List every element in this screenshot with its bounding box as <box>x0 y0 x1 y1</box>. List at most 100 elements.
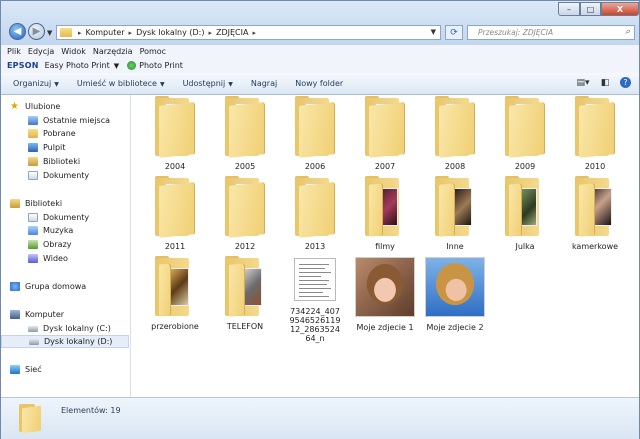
address-bar-area: – □ X ◀ ▶ ▼ ▸ Komputer ▸ Dysk lokalny (D… <box>1 1 639 45</box>
folder-item[interactable]: Inne <box>423 175 487 263</box>
chevron-right-icon[interactable]: ▸ <box>129 29 133 37</box>
forward-button[interactable]: ▶ <box>28 23 45 40</box>
folder-icon <box>153 176 197 238</box>
include-in-library-button[interactable]: Umieść w bibliotece ▼ <box>77 79 165 88</box>
breadcrumb-computer[interactable]: Komputer <box>86 28 125 37</box>
folder-icon <box>293 176 337 238</box>
search-icon[interactable]: ⌕ <box>615 27 630 37</box>
folder-icon <box>223 96 267 158</box>
star-icon: ★ <box>10 101 19 112</box>
computer-icon <box>10 310 20 319</box>
desktop-icon <box>28 143 38 152</box>
folder-item[interactable]: 2009 <box>493 95 557 183</box>
view-options-icon[interactable]: ▤▾ <box>576 77 590 89</box>
menu-tools[interactable]: Narzędzia <box>93 47 133 56</box>
nav-computer[interactable]: Komputer <box>10 308 64 321</box>
arrow-right-icon: ▶ <box>32 26 41 37</box>
folder-icon <box>293 96 337 158</box>
file-list: 2004 2005 2006 2007 2008 2009 2010 2011 … <box>131 95 639 397</box>
folder-item[interactable]: 2006 <box>283 95 347 183</box>
item-count: Elementów: 19 <box>61 406 121 415</box>
folder-icon <box>60 28 72 37</box>
chevron-down-icon: ▼ <box>228 81 233 88</box>
folder-photos-icon <box>503 176 547 237</box>
folder-photos-icon <box>223 256 267 317</box>
folder-item[interactable]: 2005 <box>213 95 277 183</box>
breadcrumb-zdjecia[interactable]: ZDJĘCIA <box>216 28 248 37</box>
chevron-down-icon: ▼ <box>54 81 59 88</box>
navigation-pane: ★ Ulubione Ostatnie miejsca Pobrane Pulpi… <box>1 95 131 397</box>
document-thumbnail-icon <box>294 258 336 301</box>
epson-toolbar: EPSON Easy Photo Print ▼ Photo Print <box>1 58 639 74</box>
nav-recent-places[interactable]: Ostatnie miejsca <box>28 114 110 127</box>
maximize-button[interactable]: □ <box>580 2 601 16</box>
nav-downloads[interactable]: Pobrane <box>28 127 76 140</box>
folder-item[interactable]: Julka <box>493 175 557 263</box>
folder-item[interactable]: 2008 <box>423 95 487 183</box>
organize-button[interactable]: Organizuj ▼ <box>13 79 59 88</box>
menu-view[interactable]: Widok <box>61 47 86 56</box>
menu-edit[interactable]: Edycja <box>28 47 54 56</box>
folder-item[interactable]: 2007 <box>353 95 417 183</box>
back-button[interactable]: ◀ <box>9 23 26 40</box>
nav-favorites[interactable]: ★ Ulubione <box>10 100 60 113</box>
nav-drive-c[interactable]: Dysk lokalny (C:) <box>28 322 111 335</box>
folder-item[interactable]: kamerkowe <box>563 175 627 263</box>
refresh-button[interactable]: ⟳ <box>445 25 463 40</box>
search-placeholder: Przeszukaj: ZDJĘCIA <box>478 28 554 37</box>
recent-pages-dropdown[interactable]: ▼ <box>47 29 52 37</box>
close-button[interactable]: X <box>601 2 639 16</box>
folder-item[interactable]: 2004 <box>143 95 207 183</box>
libraries-icon <box>10 199 20 208</box>
nav-libraries-fav[interactable]: Biblioteki <box>28 155 80 168</box>
chevron-right-icon[interactable]: ▸ <box>208 29 212 37</box>
menu-file[interactable]: Plik <box>7 47 21 56</box>
file-item[interactable]: Moje zdjecie 1 <box>353 255 417 343</box>
folder-item[interactable]: przerobione <box>143 255 207 343</box>
chevron-down-icon[interactable]: ▼ <box>114 62 119 70</box>
pictures-icon <box>28 240 38 249</box>
epson-logo: EPSON <box>7 61 39 70</box>
folder-item[interactable]: 2010 <box>563 95 627 183</box>
nav-pictures[interactable]: Obrazy <box>28 238 72 251</box>
address-input[interactable]: ▸ Komputer ▸ Dysk lokalny (D:) ▸ ZDJĘCIA… <box>56 25 441 40</box>
folder-icon <box>19 404 41 434</box>
file-item[interactable]: 734224_407954652611912_286352464_n <box>283 255 347 343</box>
folder-icon <box>433 96 477 158</box>
nav-videos[interactable]: Wideo <box>28 252 68 265</box>
nav-documents-fav[interactable]: Dokumenty <box>28 169 89 182</box>
nav-homegroup[interactable]: Grupa domowa <box>10 280 86 293</box>
minimize-button[interactable]: – <box>558 2 580 16</box>
folder-item[interactable]: filmy <box>353 175 417 263</box>
file-item[interactable]: Moje zdjecie 2 <box>423 255 487 343</box>
folder-item[interactable]: 2012 <box>213 175 277 263</box>
new-folder-button[interactable]: Nowy folder <box>295 79 343 88</box>
folder-item[interactable]: TELEFON <box>213 255 277 343</box>
preview-pane-icon[interactable]: ◧ <box>598 77 612 89</box>
address-dropdown[interactable]: ▼ <box>431 28 436 36</box>
menu-help[interactable]: Pomoc <box>140 47 167 56</box>
photo-print-button[interactable]: Photo Print <box>139 61 183 70</box>
folder-icon <box>153 96 197 158</box>
share-button[interactable]: Udostępnij ▼ <box>183 79 233 88</box>
folder-icon <box>363 96 407 158</box>
burn-button[interactable]: Nagraj <box>251 79 277 88</box>
photo-print-icon <box>127 61 137 70</box>
search-input[interactable]: Przeszukaj: ZDJĘCIA ⌕ <box>467 25 635 40</box>
easy-photo-print-button[interactable]: Easy Photo Print <box>45 61 110 70</box>
folder-item[interactable]: 2013 <box>283 175 347 263</box>
nav-drive-d[interactable]: Dysk lokalny (D:) <box>1 335 129 348</box>
nav-network[interactable]: Sieć <box>10 363 42 376</box>
folder-item[interactable]: 2011 <box>143 175 207 263</box>
nav-music[interactable]: Muzyka <box>28 224 73 237</box>
chevron-right-icon[interactable]: ▸ <box>252 29 256 37</box>
documents-icon <box>28 213 38 222</box>
nav-desktop[interactable]: Pulpit <box>28 141 65 154</box>
arrow-left-icon: ◀ <box>13 26 22 37</box>
breadcrumb-drive-d[interactable]: Dysk lokalny (D:) <box>136 28 204 37</box>
music-icon <box>28 226 38 235</box>
folder-icon <box>223 176 267 238</box>
nav-documents[interactable]: Dokumenty <box>28 211 89 224</box>
nav-libraries[interactable]: Biblioteki <box>10 197 62 210</box>
help-icon[interactable]: ? <box>620 77 631 88</box>
